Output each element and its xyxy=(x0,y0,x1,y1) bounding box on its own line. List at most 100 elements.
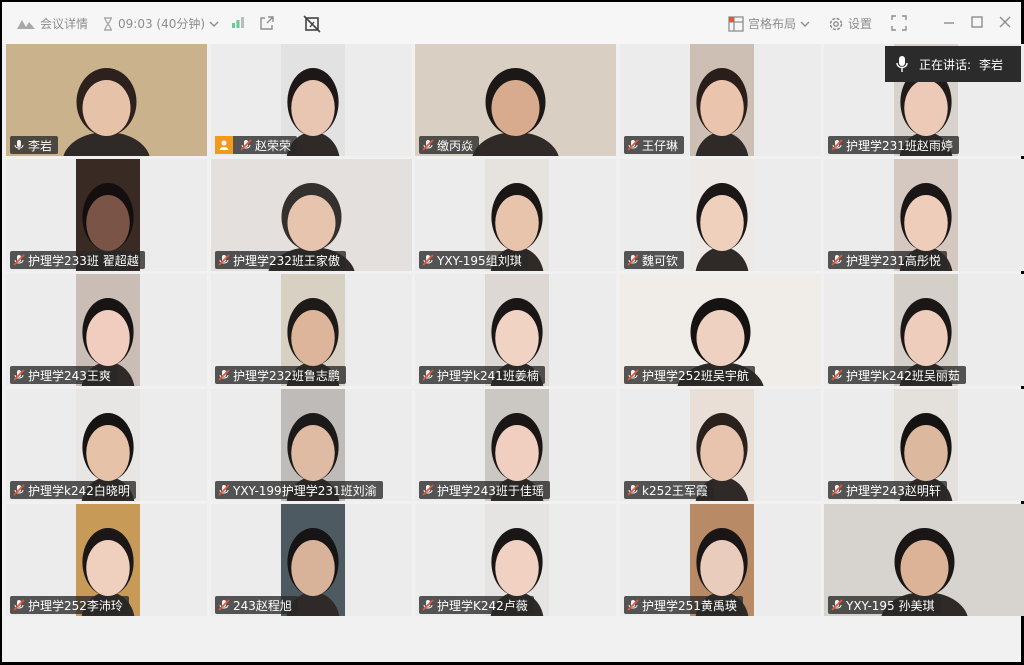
participant-name-tag: 护理学k242班吴丽茹 xyxy=(828,366,966,384)
participant-name-tag: 护理学252班吴宇航 xyxy=(624,366,755,384)
microphone-muted-icon xyxy=(624,596,642,614)
participant-tile[interactable]: 护理学k242白晓明 xyxy=(6,389,207,501)
participant-name: 护理学k242班吴丽茹 xyxy=(846,368,960,383)
participant-name: YXY-195组刘琪 xyxy=(437,253,522,268)
microphone-muted-icon xyxy=(828,481,846,499)
meeting-timer[interactable]: 09:03 (40分钟) xyxy=(102,15,219,32)
speaking-label: 正在讲话: xyxy=(919,57,972,72)
participant-tile[interactable]: 护理学K242卢薇 xyxy=(415,504,616,616)
participant-name: 护理学231班赵雨婷 xyxy=(846,138,953,153)
participant-name-tag: 李岩 xyxy=(10,136,59,154)
share-out-icon[interactable] xyxy=(259,15,275,31)
participant-tile[interactable]: 护理学252李沛玲 xyxy=(6,504,207,616)
participant-name: 王仔琳 xyxy=(642,138,679,153)
participant-name-tag: 243赵程旭 xyxy=(215,596,298,614)
participant-name-tag: 护理学251黄禹瑛 xyxy=(624,596,743,614)
participant-name: 护理学252班吴宇航 xyxy=(642,368,749,383)
participant-name-tag: k252王军霞 xyxy=(624,481,714,499)
participant-tile[interactable]: 护理学243王爽 xyxy=(6,274,207,386)
microphone-muted-icon xyxy=(10,251,28,269)
participant-tile[interactable]: 王仔琳 xyxy=(620,44,821,156)
whiteboard-off-icon[interactable] xyxy=(303,15,321,33)
participant-video xyxy=(690,159,754,271)
microphone-muted-icon xyxy=(215,481,233,499)
participant-tile[interactable]: 护理学k242班吴丽茹 xyxy=(824,274,1024,386)
participant-tile[interactable]: YXY-195组刘琪 xyxy=(415,159,616,271)
network-signal-icon[interactable] xyxy=(231,15,245,29)
microphone-muted-icon xyxy=(10,596,28,614)
participant-name-tag: YXY-199护理学231班刘渝 xyxy=(215,481,383,499)
participant-tile[interactable]: 护理学231高彤悦 xyxy=(824,159,1024,271)
participant-tile[interactable]: 护理学243班于佳瑶 xyxy=(415,389,616,501)
participant-tile[interactable]: 缴丙焱 xyxy=(415,44,616,156)
microphone-muted-icon xyxy=(828,596,846,614)
participant-name: YXY-195 孙美琪 xyxy=(846,598,935,613)
participant-tile[interactable]: YXY-199护理学231班刘渝 xyxy=(211,389,412,501)
participant-name: 魏可钦 xyxy=(642,253,679,268)
chevron-down-icon xyxy=(209,20,219,28)
video-grid: 李岩 赵荣荣 缴丙焱 王仔琳 护理学231班赵雨婷护理学233班 翟超越 护理学232班王… xyxy=(6,44,1024,622)
participant-tile[interactable]: 护理学243赵明轩 xyxy=(824,389,1024,501)
participant-name-tag: 护理学231班赵雨婷 xyxy=(828,136,959,154)
participant-tile[interactable]: YXY-195 孙美琪 xyxy=(824,504,1024,616)
participant-tile[interactable]: 护理学251黄禹瑛 xyxy=(620,504,821,616)
microphone-muted-icon xyxy=(828,251,846,269)
participant-name-tag: 王仔琳 xyxy=(624,136,685,154)
participant-tile[interactable]: 赵荣荣 xyxy=(211,44,412,156)
meeting-logo-icon xyxy=(16,18,36,30)
participant-tile[interactable]: 护理学233班 翟超越 xyxy=(6,159,207,271)
participant-name-tag: 护理学k242白晓明 xyxy=(10,481,136,499)
active-speaker-banner: 正在讲话: 李岩 xyxy=(885,46,1021,82)
minimize-icon[interactable] xyxy=(942,15,956,29)
microphone-muted-icon xyxy=(828,136,846,154)
participant-name-tag: 缴丙焱 xyxy=(419,136,480,154)
participant-name: YXY-199护理学231班刘渝 xyxy=(233,483,377,498)
participant-name: 赵荣荣 xyxy=(255,138,292,153)
fullscreen-icon[interactable] xyxy=(891,15,907,31)
title-bar: 会议详情 09:03 (40分钟) 宫格布局 设置 xyxy=(2,2,1021,44)
grid-layout-button[interactable]: 宫格布局 xyxy=(728,15,810,32)
microphone-muted-icon xyxy=(215,366,233,384)
microphone-muted-icon xyxy=(237,136,255,154)
microphone-icon xyxy=(10,136,28,154)
maximize-icon[interactable] xyxy=(970,15,984,29)
microphone-muted-icon xyxy=(419,596,437,614)
participant-name-tag: 赵荣荣 xyxy=(215,136,298,154)
hourglass-icon xyxy=(102,16,114,31)
participant-name: 护理学k242白晓明 xyxy=(28,483,130,498)
participant-tile[interactable]: 护理学k241班姜楠 xyxy=(415,274,616,386)
participant-name: 护理学232班王家傲 xyxy=(233,253,340,268)
participant-tile[interactable]: k252王军霞 xyxy=(620,389,821,501)
meeting-details-button[interactable]: 会议详情 xyxy=(16,15,88,32)
participant-name-tag: 护理学243赵明轩 xyxy=(828,481,947,499)
participant-name: 护理学252李沛玲 xyxy=(28,598,123,613)
participant-name: 护理学k241班姜楠 xyxy=(437,368,539,383)
participant-tile[interactable]: 243赵程旭 xyxy=(211,504,412,616)
layout-label: 宫格布局 xyxy=(748,17,797,31)
participant-tile[interactable]: 李岩 xyxy=(6,44,207,156)
chevron-down-icon xyxy=(800,20,810,28)
participant-name: 243赵程旭 xyxy=(233,598,292,613)
microphone-muted-icon xyxy=(10,481,28,499)
microphone-muted-icon xyxy=(419,251,437,269)
microphone-muted-icon xyxy=(419,136,437,154)
participant-name: 护理学231高彤悦 xyxy=(846,253,941,268)
participant-video xyxy=(690,44,754,156)
participant-tile[interactable]: 护理学252班吴宇航 xyxy=(620,274,821,386)
participant-tile[interactable]: 魏可钦 xyxy=(620,159,821,271)
close-icon[interactable] xyxy=(998,15,1012,29)
participant-name: 护理学233班 翟超越 xyxy=(28,253,139,268)
participant-name: 护理学243班于佳瑶 xyxy=(437,483,544,498)
microphone-muted-icon xyxy=(624,481,642,499)
participant-name-tag: 护理学243班于佳瑶 xyxy=(419,481,550,499)
participant-name: 护理学243王爽 xyxy=(28,368,111,383)
participant-name: 护理学232班鲁志鹏 xyxy=(233,368,340,383)
participant-name: 缴丙焱 xyxy=(437,138,474,153)
participant-name: k252王军霞 xyxy=(642,483,708,498)
participant-name: 李岩 xyxy=(28,138,53,153)
microphone-icon xyxy=(885,55,919,73)
participant-tile[interactable]: 护理学232班鲁志鹏 xyxy=(211,274,412,386)
participant-tile[interactable]: 护理学232班王家傲 xyxy=(211,159,412,271)
participant-name-tag: 魏可钦 xyxy=(624,251,685,269)
settings-button[interactable]: 设置 xyxy=(828,15,872,32)
